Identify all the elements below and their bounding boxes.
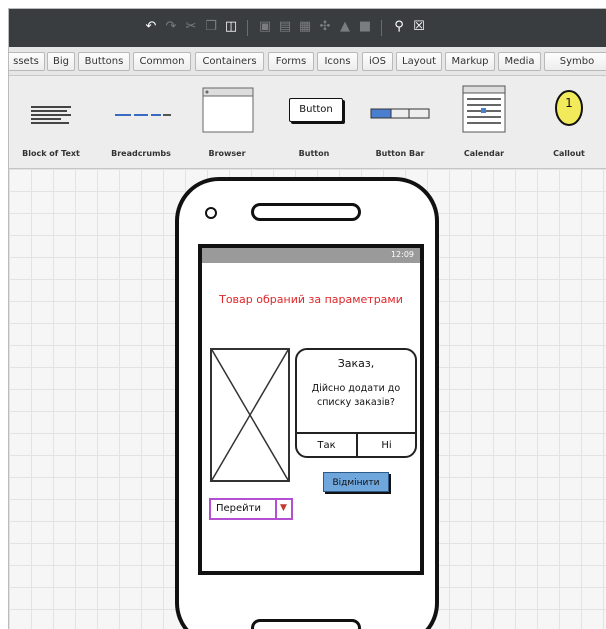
- library-item-browser[interactable]: Browser: [197, 76, 257, 168]
- dialog-buttons: Так Ні: [297, 432, 415, 458]
- calendar-icon: [462, 85, 506, 133]
- tab-symbols[interactable]: Symbo: [544, 52, 606, 71]
- image-placeholder-cross: [212, 350, 288, 480]
- library-item-block-of-text[interactable]: Block of Text: [19, 76, 83, 168]
- product-title[interactable]: Товар обраний за параметрами: [202, 293, 420, 306]
- toolbar-divider: [381, 20, 382, 36]
- speaker-slot: [251, 203, 361, 221]
- phone-mockup[interactable]: 12:09 Товар обраний за параметрами Заказ…: [175, 177, 439, 629]
- callout-icon: [555, 90, 583, 126]
- delete-icon[interactable]: ■: [358, 20, 372, 34]
- camera-icon: [205, 207, 217, 219]
- paste-icon[interactable]: ◫: [224, 20, 238, 34]
- image-placeholder[interactable]: [210, 348, 290, 482]
- tab-containers[interactable]: Containers: [195, 52, 264, 71]
- library-item-label: Button Bar: [375, 149, 425, 158]
- dialog-yes-button[interactable]: Так: [297, 434, 356, 458]
- lock-icon[interactable]: ▲: [338, 20, 352, 34]
- button-bar-icon: [370, 108, 430, 119]
- library-item-button-bar[interactable]: Button Bar: [365, 76, 435, 168]
- library-item-callout[interactable]: 1 Callout: [539, 76, 599, 168]
- library-tabs: ssets Big Buttons Common Containers Form…: [9, 47, 606, 76]
- go-button-label: Перейти: [216, 503, 261, 514]
- library-item-label: Button: [298, 149, 330, 158]
- browser-window-icon: [202, 87, 254, 133]
- cancel-button[interactable]: Відмінити: [323, 472, 389, 492]
- tab-big[interactable]: Big: [47, 52, 75, 71]
- phone-screen[interactable]: 12:09 Товар обраний за параметрами Заказ…: [198, 244, 424, 575]
- tab-icons[interactable]: Icons: [317, 52, 358, 71]
- copy-icon[interactable]: ❐: [204, 20, 218, 34]
- tab-markup[interactable]: Markup: [445, 52, 495, 71]
- cut-icon[interactable]: ✂: [184, 20, 198, 34]
- redo-icon[interactable]: ↷: [164, 20, 178, 34]
- library-item-calendar[interactable]: Calendar: [451, 76, 517, 168]
- dialog-no-button[interactable]: Ні: [358, 434, 415, 458]
- tab-buttons[interactable]: Buttons: [78, 52, 130, 71]
- tab-assets[interactable]: ssets: [9, 52, 45, 71]
- status-bar: 12:09: [202, 248, 420, 263]
- tab-forms[interactable]: Forms: [268, 52, 314, 71]
- tab-layout[interactable]: Layout: [396, 52, 442, 71]
- distribute-icon[interactable]: ✣: [318, 20, 332, 34]
- confirm-dialog[interactable]: Заказ, Дійсно додати до списку заказів? …: [295, 348, 417, 458]
- go-button[interactable]: Перейти ▼: [209, 498, 293, 520]
- chevron-down-icon[interactable]: ▼: [280, 503, 287, 513]
- button-preview: Button: [289, 98, 343, 122]
- go-button-divider: [275, 500, 277, 518]
- align-icon[interactable]: ▦: [298, 20, 312, 34]
- callout-number: 1: [565, 96, 573, 110]
- library-item-label: Browser: [208, 149, 246, 158]
- status-time: 12:09: [390, 250, 414, 259]
- library-item-label: Breadcrumbs: [111, 149, 171, 158]
- library-item-label: Calendar: [463, 149, 505, 158]
- library-item-breadcrumbs[interactable]: Breadcrumbs: [105, 76, 177, 168]
- dialog-message: Дійсно додати до списку заказів?: [311, 383, 401, 408]
- ungroup-icon[interactable]: ▤: [278, 20, 292, 34]
- library-item-label: Block of Text: [22, 149, 80, 158]
- library-item-label: Callout: [553, 149, 585, 158]
- tab-common[interactable]: Common: [133, 52, 191, 71]
- breadcrumbs-icon: [115, 114, 171, 116]
- search-icon[interactable]: ⚲: [392, 20, 406, 34]
- tab-ios[interactable]: iOS: [362, 52, 393, 71]
- undo-icon[interactable]: ↶: [144, 20, 158, 34]
- design-canvas[interactable]: 12:09 Товар обраний за параметрами Заказ…: [9, 169, 606, 629]
- toolbar: ↶ ↷ ✂ ❐ ◫ ▣ ▤ ▦ ✣ ▲ ■ ⚲ ☒: [9, 9, 606, 48]
- tab-media[interactable]: Media: [498, 52, 541, 71]
- component-library: Block of Text Breadcrumbs Browser Button…: [9, 76, 606, 169]
- toolbar-divider: [247, 20, 248, 36]
- editor-window: ↶ ↷ ✂ ❐ ◫ ▣ ▤ ▦ ✣ ▲ ■ ⚲ ☒ ssets Big Butt…: [8, 8, 606, 629]
- group-icon[interactable]: ▣: [258, 20, 272, 34]
- fullscreen-icon[interactable]: ☒: [412, 20, 426, 34]
- dialog-title: Заказ,: [337, 357, 375, 370]
- text-block-icon: [31, 106, 71, 124]
- library-item-button[interactable]: Button Button: [281, 76, 347, 168]
